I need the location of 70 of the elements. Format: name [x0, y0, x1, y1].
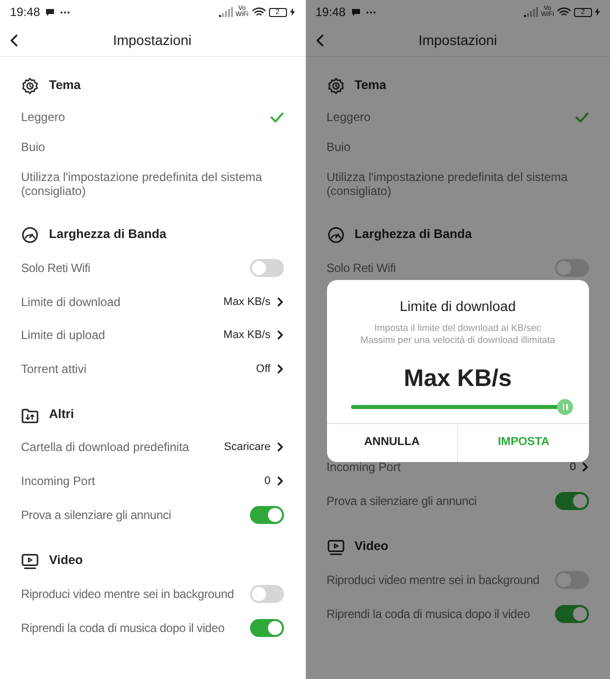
toggle-switch[interactable] [555, 604, 589, 622]
chevron-right-icon [276, 296, 284, 307]
setting-label: Riprendi la coda di musica dopo il video [326, 606, 530, 622]
setting-label: Limite di upload [21, 327, 106, 344]
setting-label: Incoming Port [21, 472, 96, 490]
chevron-right-icon [276, 476, 284, 486]
page-title: Impostazioni [418, 30, 498, 50]
chevron-right-icon [276, 364, 284, 374]
gauge-icon [326, 226, 344, 244]
dialog-value: Max KB/s [402, 364, 513, 394]
setting-label: Prova a silenziare gli annunci [21, 506, 172, 524]
page-title: Impostazioni [112, 30, 192, 50]
gear-clock-icon [326, 77, 344, 95]
wifi-icon [557, 7, 571, 17]
status-time: 19:48 [316, 4, 346, 21]
toggle-switch[interactable] [250, 259, 284, 277]
confirm-button[interactable]: IMPOSTA [457, 424, 589, 462]
chat-bubble-icon [45, 8, 56, 16]
more-dots-icon [366, 10, 376, 14]
signal-icon [218, 7, 232, 17]
setting-label: Limite di download [21, 294, 120, 311]
section-title: Tema [354, 77, 386, 94]
chevron-right-icon [276, 330, 284, 340]
setting-label: Solo Reti Wifi [21, 260, 90, 277]
setting-label: Riproduci video mentre sei in background [326, 572, 540, 588]
video-screen-icon [326, 538, 344, 556]
section-title: Tema [49, 77, 81, 94]
dialog-title: Limite di download [398, 297, 517, 316]
chevron-right-icon [276, 442, 284, 452]
gauge-icon [21, 226, 39, 244]
setting-value[interactable]: Scaricare [224, 439, 270, 456]
charging-bolt-icon [595, 8, 600, 16]
status-time: 19:48 [10, 4, 40, 21]
chat-bubble-icon [350, 8, 361, 16]
video-screen-icon [21, 552, 39, 570]
gear-clock-icon [21, 77, 39, 95]
setting-label: Solo Reti Wifi [326, 260, 396, 277]
section-title: Larghezza di Banda [354, 226, 472, 244]
signal-icon [524, 7, 538, 17]
option-label[interactable]: Buio [326, 140, 351, 154]
setting-value[interactable]: 0 [264, 472, 270, 489]
setting-label: Cartella di download predefinita [21, 439, 190, 456]
setting-label: Riprendi la coda di musica dopo il video [21, 620, 224, 636]
chevron-right-icon [582, 462, 589, 472]
toggle-switch[interactable] [555, 492, 589, 510]
setting-value[interactable]: Max KB/s [223, 327, 270, 344]
setting-value[interactable]: Max KB/s [223, 294, 270, 310]
section-title: Larghezza di Banda [49, 226, 166, 244]
option-label[interactable]: Buio [21, 140, 46, 154]
setting-label: Riproduci video mentre sei in background [21, 586, 234, 602]
wifi-icon [252, 7, 266, 17]
section-title: Video [354, 538, 388, 555]
toggle-switch[interactable] [250, 618, 284, 636]
back-icon[interactable] [10, 34, 18, 47]
option-label[interactable]: Utilizza l'impostazione predefinita del sistema (consigliato) [326, 170, 589, 198]
setting-label: Prova a silenziare gli annunci [326, 492, 477, 510]
folder-arrows-icon [21, 408, 39, 424]
option-label[interactable]: Utilizza l'impostazione predefinita del sistema (consigliato) [21, 170, 284, 198]
toggle-switch[interactable] [250, 506, 284, 524]
setting-label: Torrent attivi [21, 360, 86, 378]
slider-thumb[interactable] [557, 399, 573, 415]
charging-bolt-icon [290, 8, 294, 16]
option-label[interactable]: Leggero [21, 110, 66, 124]
dialog-message: Imposta il limite del download ai KB/sec Massimi per una velocità di download illimitata [359, 322, 556, 347]
section-title: Video [49, 552, 83, 569]
toggle-switch[interactable] [250, 584, 284, 602]
option-label[interactable]: Leggero [326, 110, 371, 124]
more-dots-icon [60, 10, 70, 14]
setting-value[interactable]: Off [256, 360, 270, 377]
section-title: Altri [49, 406, 74, 423]
